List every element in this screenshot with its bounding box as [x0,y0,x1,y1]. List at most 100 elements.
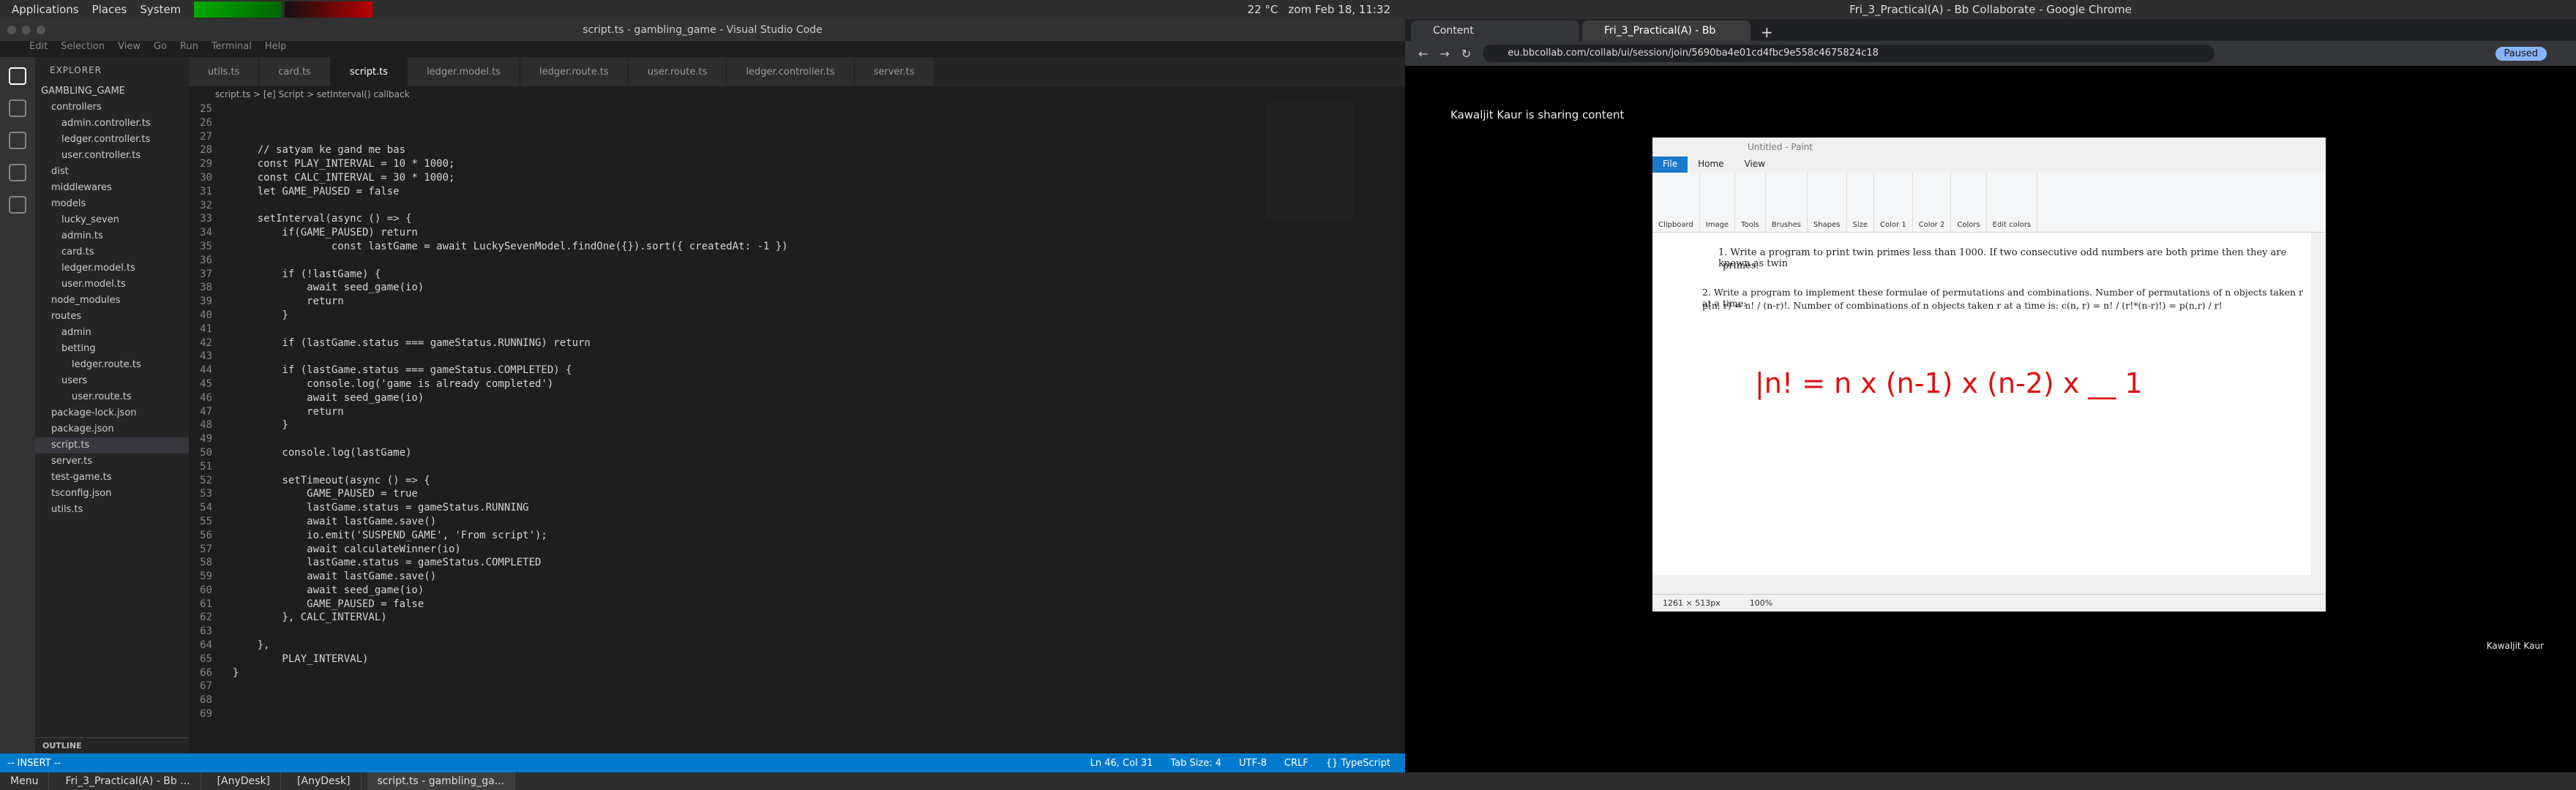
back-icon[interactable]: ← [1418,47,1428,61]
tree-item[interactable]: test-game.ts [35,470,189,486]
line-number: 35 [200,240,212,252]
tree-item[interactable]: dist [35,164,189,180]
ribbon-group[interactable]: Tools [1735,173,1766,232]
ribbon-group[interactable]: Color 2 [1913,173,1952,232]
editor-tab[interactable]: ledger.controller.ts [727,57,855,86]
vscode-menubar: Edit Selection View Go Run Terminal Help [0,41,1405,57]
clock-label[interactable]: zom Feb 18, 11:32 [1288,3,1390,16]
tree-item[interactable]: tsconfig.json [35,486,189,502]
taskbar-item[interactable]: [AnyDesk] [287,772,362,790]
forward-icon[interactable]: → [1439,47,1449,61]
paint-file-tab[interactable]: File [1652,157,1688,173]
tab-content[interactable]: Content [1411,20,1579,41]
paint-home-tab[interactable]: Home [1688,157,1734,173]
tree-item[interactable]: models [35,196,189,212]
ribbon-group[interactable]: Image [1700,173,1736,232]
tree-item[interactable]: server.ts [35,454,189,470]
tree-item[interactable]: lucky_seven [35,212,189,228]
menu-help[interactable]: Help [265,41,287,57]
tree-item[interactable]: admin.controller.ts [35,116,189,132]
ribbon-group[interactable]: Edit colors [1987,173,2038,232]
tree-item[interactable]: utils.ts [35,502,189,518]
editor-tab[interactable]: ledger.route.ts [520,57,629,86]
minimap[interactable] [1266,102,1354,219]
run-debug-icon[interactable] [9,164,26,181]
applications-menu[interactable]: Applications [7,3,83,16]
tree-item[interactable]: package.json [35,421,189,437]
tree-item[interactable]: routes [35,309,189,325]
places-menu[interactable]: Places [88,3,132,16]
tree-item[interactable]: ledger.route.ts [35,357,189,373]
new-tab-button[interactable]: + [1753,23,1781,41]
ribbon-group[interactable]: Brushes [1766,173,1808,232]
editor-tab[interactable]: user.route.ts [628,57,727,86]
tree-item[interactable]: ledger.model.ts [35,260,189,276]
tree-item[interactable]: user.route.ts [35,389,189,405]
editor-tab[interactable]: card.ts [259,57,331,86]
close-window-button[interactable] [7,26,16,34]
tree-item[interactable]: script.ts [35,437,189,454]
menu-selection[interactable]: Selection [61,41,105,57]
minimize-window-button[interactable] [22,26,31,34]
weather-label[interactable]: 22 °C [1248,3,1278,16]
line-number: 33 [200,213,212,225]
paint-view-tab[interactable]: View [1734,157,1775,173]
source-control-icon[interactable] [9,132,26,149]
vscode-titlebar: script.ts - gambling_game - Visual Studi… [0,19,1405,41]
menu-view[interactable]: View [118,41,141,57]
line-text: await seed_game(io) [233,391,424,404]
taskbar-item[interactable]: [AnyDesk] [207,772,282,790]
explorer-icon[interactable] [9,67,26,85]
taskbar-item[interactable]: script.ts - gambling_ga... [367,772,516,790]
editor-tab[interactable]: utils.ts [189,57,260,86]
tree-item[interactable]: admin.ts [35,228,189,244]
cursor-position[interactable]: Ln 46, Col 31 [1090,758,1153,769]
tree-item[interactable]: node_modules [35,293,189,309]
tab-collaborate[interactable]: Fri_3_Practical(A) - Bb [1582,20,1751,41]
maximize-window-button[interactable] [37,26,45,34]
zoom-level[interactable]: 100% [1750,598,1772,608]
tree-item[interactable]: user.controller.ts [35,148,189,164]
profile-paused-button[interactable]: Paused [2495,46,2547,61]
breadcrumb[interactable]: script.ts > [e] Script > setInterval() c… [189,86,1405,102]
extensions-icon[interactable] [9,196,26,214]
taskbar-item[interactable]: Menu [0,772,50,790]
ribbon-group[interactable]: Color 1 [1874,173,1913,232]
code-line: 50 console.log(lastGame) [189,446,1405,460]
tree-item[interactable]: admin [35,325,189,341]
tree-item[interactable]: middlewares [35,180,189,196]
tree-item[interactable]: betting [35,341,189,357]
ribbon-group[interactable]: Colors [1951,173,1987,232]
tab-size[interactable]: Tab Size: 4 [1170,758,1221,769]
outline-section[interactable]: OUTLINE [35,737,189,753]
menu-run[interactable]: Run [180,41,198,57]
tree-item[interactable]: GAMBLING_GAME [35,83,189,99]
tree-item[interactable]: users [35,373,189,389]
tree-item[interactable]: card.ts [35,244,189,260]
ribbon-group[interactable]: Clipboard [1652,173,1700,232]
menu-edit[interactable]: Edit [29,41,48,57]
paint-canvas[interactable]: 1. Write a program to print twin primes … [1652,233,2311,575]
editor-tab[interactable]: script.ts [330,57,408,86]
tree-item[interactable]: user.model.ts [35,276,189,293]
tree-item[interactable]: controllers [35,99,189,116]
editor-tab[interactable]: server.ts [854,57,935,86]
search-icon[interactable] [9,99,26,117]
system-menu[interactable]: System [135,3,185,16]
code-view[interactable]: 25 26 27 28 // satyam ke gand me bas 29 cons… [189,102,1405,721]
encoding[interactable]: UTF-8 [1239,758,1267,769]
taskbar-item[interactable]: Fri_3_Practical(A) - Bb ... [55,772,201,790]
tree-item[interactable]: ledger.controller.ts [35,132,189,148]
ribbon-group[interactable]: Size [1847,173,1875,232]
line-number: 54 [200,502,212,514]
menu-terminal[interactable]: Terminal [211,41,252,57]
ribbon-group[interactable]: Shapes [1808,173,1847,232]
menu-go[interactable]: Go [154,41,167,57]
tree-item[interactable]: package-lock.json [35,405,189,421]
reload-icon[interactable]: ↻ [1461,47,1471,61]
language-mode[interactable]: {} TypeScript [1326,758,1390,769]
line-number: 51 [200,460,212,473]
editor-tab[interactable]: ledger.model.ts [408,57,520,86]
eol[interactable]: CRLF [1284,758,1308,769]
address-bar[interactable]: eu.bbcollab.com/collab/ui/session/join/5… [1483,45,2215,62]
